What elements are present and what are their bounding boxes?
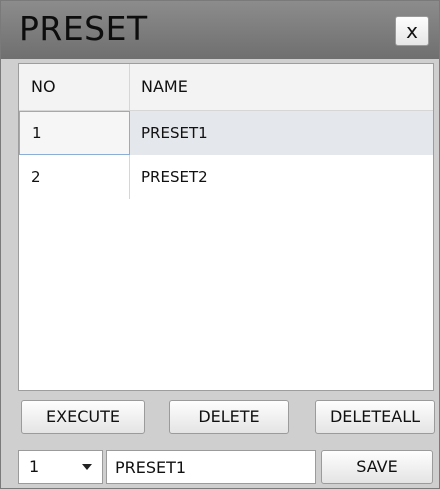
preset-name-input[interactable] — [106, 450, 316, 484]
execute-button[interactable]: EXECUTE — [21, 400, 145, 434]
table-row[interactable]: 2 PRESET2 — [19, 155, 433, 199]
window-title: PRESET — [19, 9, 148, 48]
delete-all-button[interactable]: DELETEALL — [315, 400, 435, 434]
select-value: 1 — [29, 457, 40, 476]
chevron-down-icon[interactable] — [82, 464, 92, 470]
preset-table: NO NAME 1 PRESET1 2 PRESET2 — [18, 63, 434, 391]
table-header: NO NAME — [19, 64, 433, 111]
cell-name[interactable]: PRESET1 — [130, 111, 433, 155]
delete-button[interactable]: DELETE — [169, 400, 289, 434]
column-header-name[interactable]: NAME — [130, 64, 433, 110]
column-header-no[interactable]: NO — [19, 64, 130, 110]
table-row[interactable]: 1 PRESET1 — [19, 111, 433, 155]
preset-number-select[interactable]: 1 — [18, 450, 103, 484]
cell-no[interactable]: 2 — [19, 155, 130, 199]
close-button[interactable]: x — [395, 16, 429, 46]
preset-window: PRESET x NO NAME 1 PRESET1 2 PRESET2 EXE… — [0, 0, 440, 489]
title-bar: PRESET x — [1, 1, 439, 59]
cell-name[interactable]: PRESET2 — [130, 155, 433, 199]
cell-no[interactable]: 1 — [19, 111, 130, 155]
save-button[interactable]: SAVE — [321, 450, 433, 484]
